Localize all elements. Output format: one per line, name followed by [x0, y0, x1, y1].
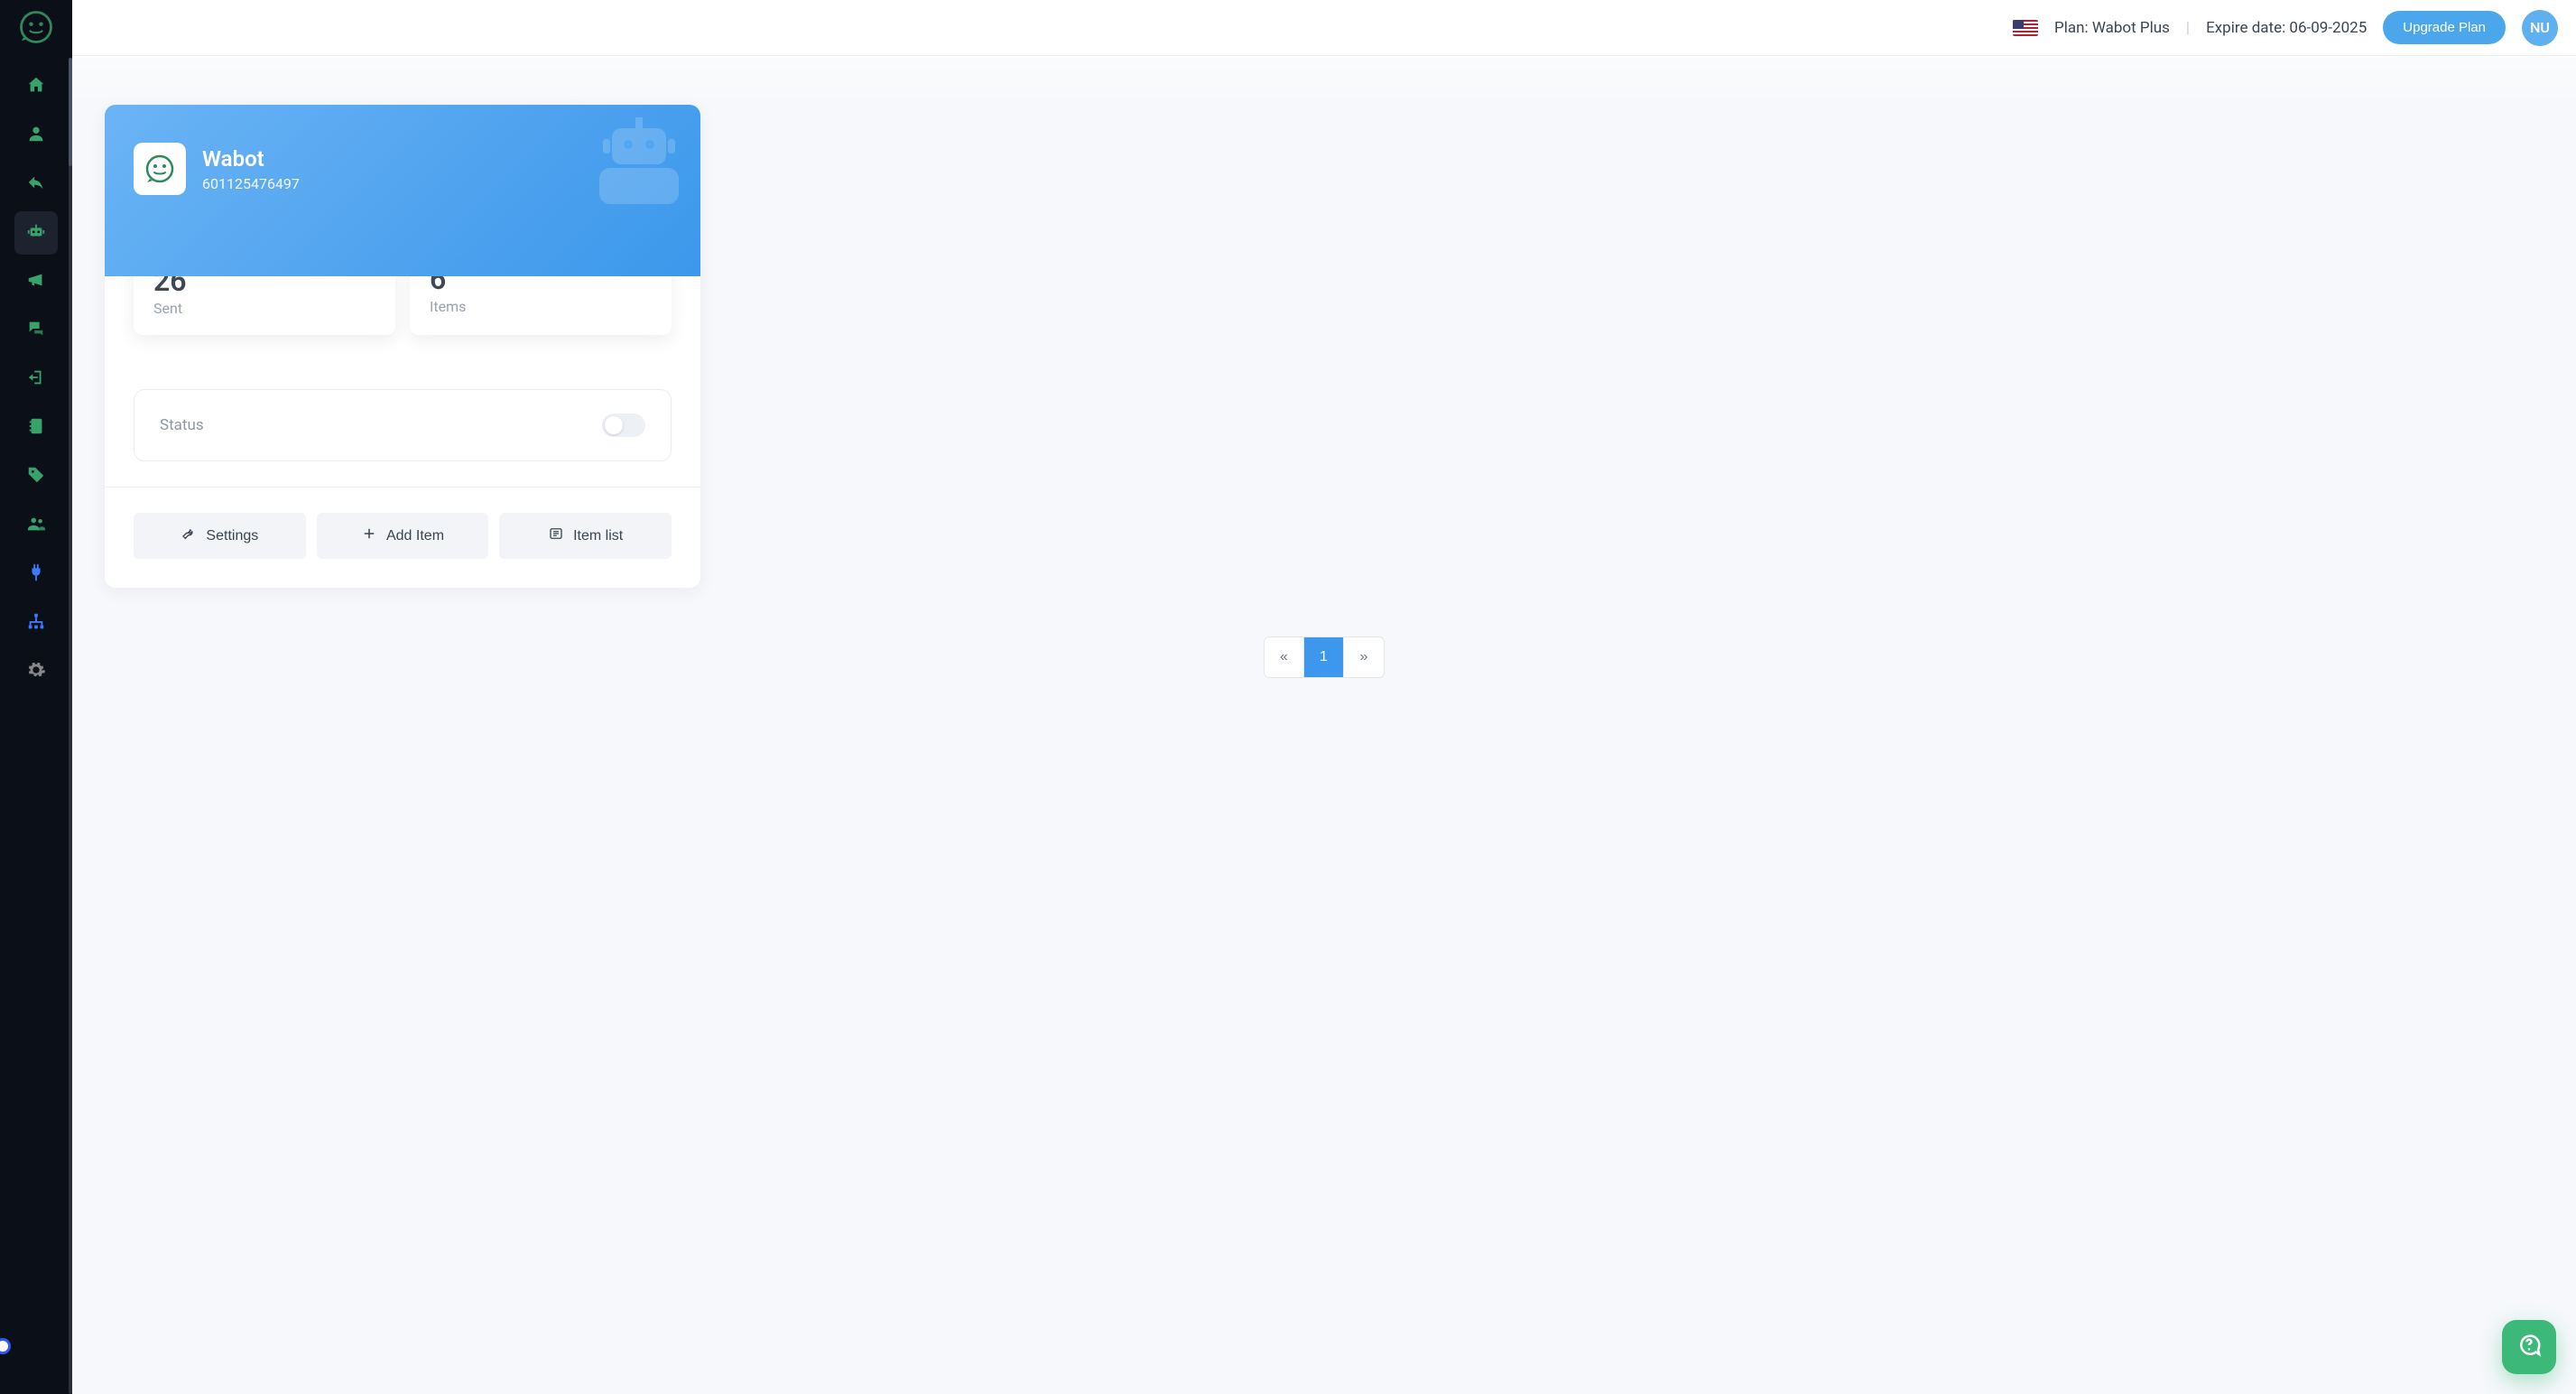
sidebar-nav: [0, 65, 72, 1394]
nodes-icon: [26, 611, 46, 635]
bot-avatar: [134, 143, 186, 195]
upgrade-plan-button[interactable]: Upgrade Plan: [2383, 11, 2506, 44]
stat-sent-label: Sent: [153, 300, 375, 317]
settings-button-label: Settings: [206, 528, 258, 544]
users-icon: [26, 514, 46, 537]
pagination-page-1[interactable]: 1: [1304, 637, 1344, 677]
expire-label: Expire date: 06-09-2025: [2206, 19, 2367, 37]
tag-icon: [26, 465, 46, 488]
sidebar-item-export[interactable]: [14, 358, 58, 401]
megaphone-icon: [26, 270, 46, 293]
status-row: Status: [134, 389, 672, 461]
sidebar-item-reply[interactable]: [14, 163, 58, 206]
plan-label: Plan: Wabot Plus: [2054, 19, 2170, 37]
status-label: Status: [160, 416, 204, 434]
topbar: Plan: Wabot Plus | Expire date: 06-09-20…: [72, 0, 2576, 56]
stat-items-label: Items: [430, 298, 652, 315]
divider: |: [2186, 19, 2190, 37]
book-icon: [26, 416, 46, 440]
settings-button[interactable]: Settings: [134, 513, 306, 559]
sidebar-item-chat[interactable]: [14, 309, 58, 352]
bot-phone: 601125476497: [202, 175, 300, 192]
gear-icon: [26, 660, 46, 683]
app-logo: [16, 7, 56, 47]
bot-hero: Wabot 601125476497: [105, 105, 700, 276]
bot-name: Wabot: [202, 146, 300, 172]
help-fab[interactable]: [2502, 1320, 2556, 1374]
sidebar: [0, 0, 72, 1394]
user-icon: [26, 124, 46, 147]
add-item-button-label: Add Item: [386, 528, 444, 544]
sidebar-item-profile[interactable]: [14, 114, 58, 157]
status-toggle[interactable]: [602, 414, 645, 437]
sidebar-item-team[interactable]: [14, 504, 58, 547]
actions-row: Settings Add Item Item list: [105, 487, 700, 588]
sidebar-item-network[interactable]: [14, 601, 58, 645]
sidebar-item-contacts[interactable]: [14, 406, 58, 450]
user-avatar[interactable]: NU: [2522, 10, 2558, 46]
reply-icon: [26, 172, 46, 196]
help-chat-icon: [2516, 1332, 2543, 1362]
pagination-next[interactable]: »: [1344, 637, 1384, 677]
item-list-button-label: Item list: [573, 528, 623, 544]
sidebar-item-plugins[interactable]: [14, 553, 58, 596]
home-icon: [26, 75, 46, 98]
add-item-button[interactable]: Add Item: [317, 513, 489, 559]
robot-icon: [26, 221, 46, 245]
sidebar-item-home[interactable]: [14, 65, 58, 108]
chat-icon: [26, 319, 46, 342]
content: Wabot 601125476497 26 Sent: [72, 56, 2576, 1394]
item-list-button[interactable]: Item list: [499, 513, 672, 559]
locale-flag[interactable]: [2013, 20, 2038, 36]
bot-card: Wabot 601125476497 26 Sent: [105, 105, 700, 588]
sidebar-item-campaign[interactable]: [14, 260, 58, 303]
sidebar-item-tags[interactable]: [14, 455, 58, 498]
robot-watermark-icon: [599, 117, 679, 208]
sidebar-item-settings[interactable]: [14, 650, 58, 693]
sidebar-scrollbar[interactable]: [69, 58, 72, 1394]
plus-icon: [361, 525, 377, 546]
sidebar-item-bots[interactable]: [14, 211, 58, 255]
logout-icon: [26, 367, 46, 391]
list-icon: [548, 525, 564, 546]
wrench-icon: [181, 525, 197, 546]
plug-icon: [26, 562, 46, 586]
main-area: Plan: Wabot Plus | Expire date: 06-09-20…: [72, 0, 2576, 1394]
pagination-prev[interactable]: «: [1265, 637, 1304, 677]
pagination: « 1 »: [105, 637, 2544, 678]
